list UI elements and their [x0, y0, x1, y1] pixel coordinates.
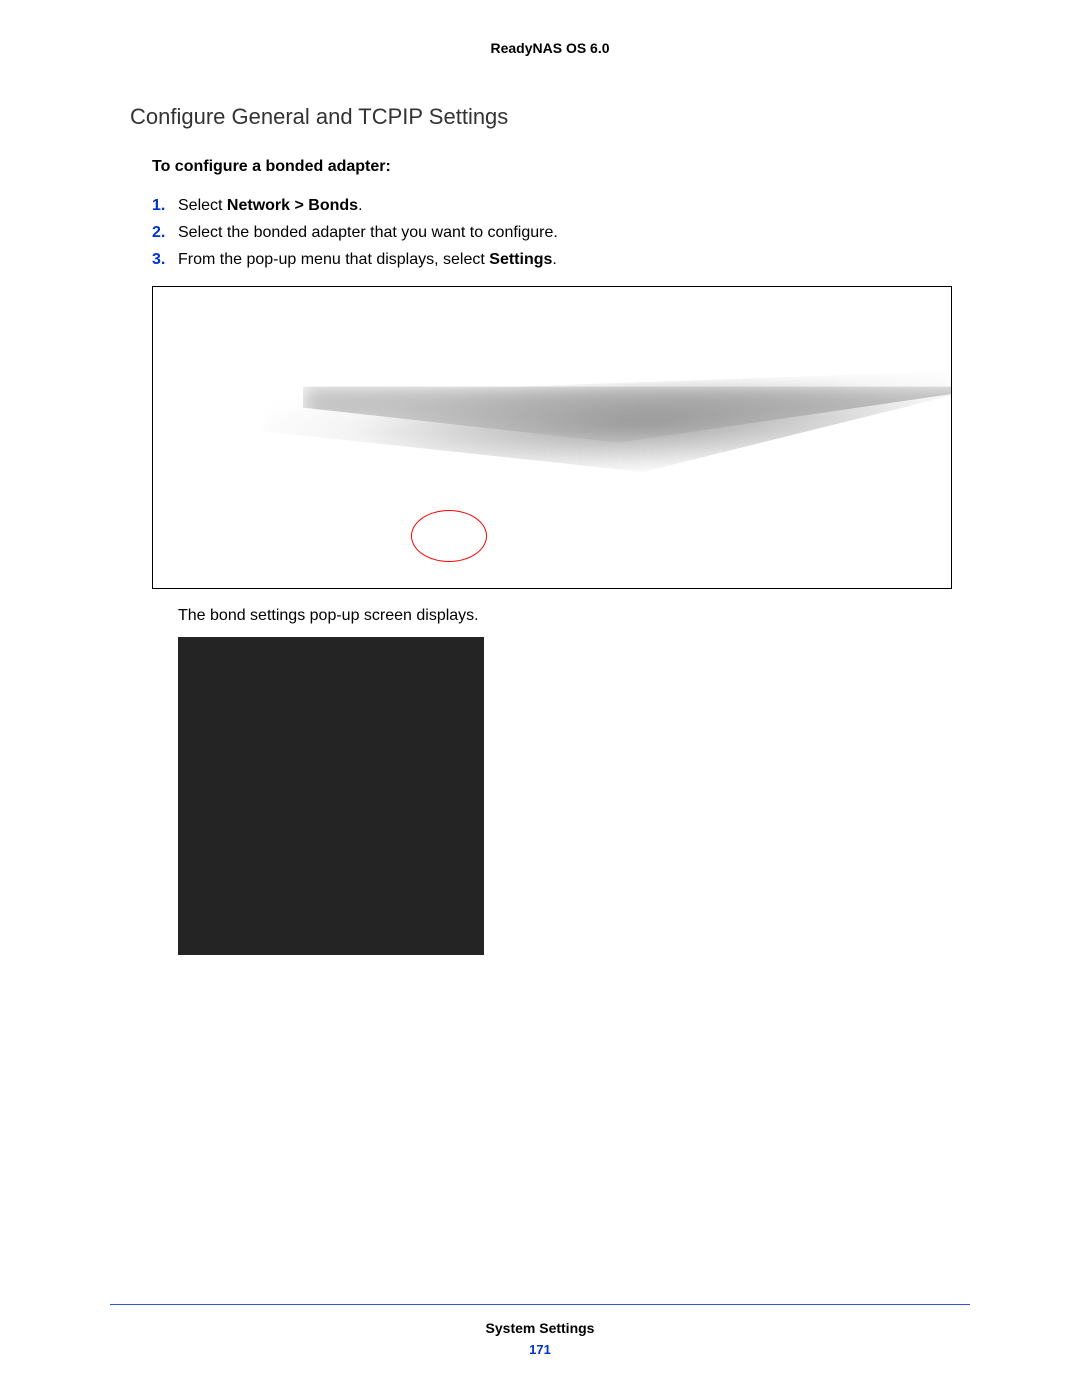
screenshot-figure-2: [178, 637, 484, 955]
screenshot-figure-1: [152, 286, 952, 589]
step-text: Select the bonded adapter that you want …: [178, 219, 970, 246]
figure-caption: The bond settings pop-up screen displays…: [178, 607, 970, 625]
footer-section-name: System Settings: [0, 1320, 1080, 1336]
step-item: 3. From the pop-up menu that displays, s…: [152, 246, 970, 273]
section-title: Configure General and TCPIP Settings: [130, 104, 970, 130]
step-number: 3.: [152, 246, 178, 273]
step-item: 1. Select Network > Bonds.: [152, 192, 970, 219]
page-footer: System Settings 171: [0, 1320, 1080, 1357]
step-number: 1.: [152, 192, 178, 219]
footer-page-number: 171: [0, 1342, 1080, 1357]
step-list: 1. Select Network > Bonds. 2. Select the…: [130, 192, 970, 274]
step-text: Select Network > Bonds.: [178, 192, 970, 219]
procedure-heading: To configure a bonded adapter:: [130, 158, 970, 176]
step-text: From the pop-up menu that displays, sele…: [178, 246, 970, 273]
footer-divider: [110, 1304, 970, 1305]
step-number: 2.: [152, 219, 178, 246]
step-item: 2. Select the bonded adapter that you wa…: [152, 219, 970, 246]
callout-oval-icon: [411, 510, 487, 562]
doc-header: ReadyNAS OS 6.0: [130, 40, 970, 56]
